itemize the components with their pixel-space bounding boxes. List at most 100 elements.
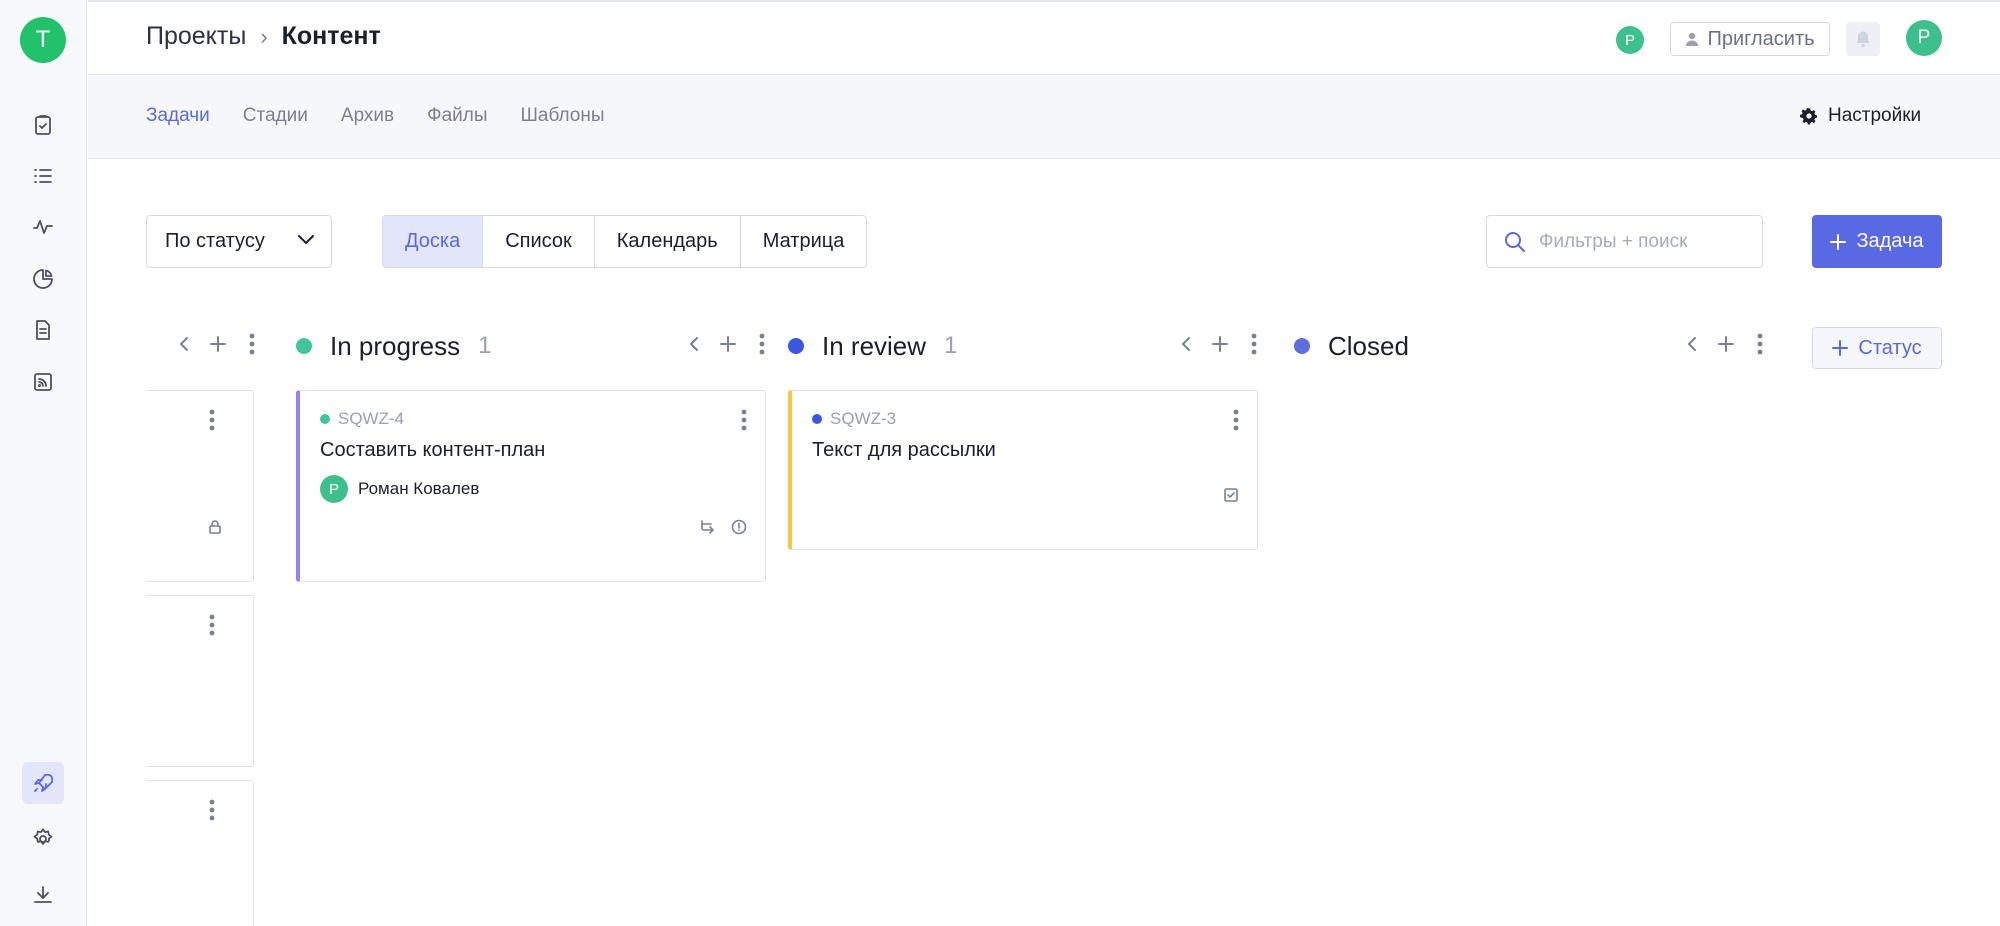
task-card-sqwz-3[interactable]: SQWZ-3 Текст для рассылки: [788, 390, 1258, 550]
task-title: Составить контент-план: [320, 439, 546, 461]
pie-chart-icon[interactable]: [22, 258, 64, 300]
download-icon[interactable]: [22, 874, 64, 916]
tab-templates[interactable]: Шаблоны: [521, 105, 605, 127]
gear-icon[interactable]: [22, 818, 64, 860]
view-board-button[interactable]: Доска: [383, 216, 484, 267]
document-icon[interactable]: [22, 309, 64, 351]
add-status-button[interactable]: Статус: [1812, 327, 1942, 369]
chevron-left-icon[interactable]: [1178, 330, 1194, 358]
column-in-progress-actions: [686, 330, 770, 358]
plus-icon[interactable]: [1212, 330, 1228, 358]
plus-icon[interactable]: [210, 330, 226, 358]
plus-icon[interactable]: [1718, 330, 1734, 358]
task-title: Текст для рассылки: [812, 439, 996, 461]
group-by-select[interactable]: По статусу: [146, 215, 332, 268]
search-input[interactable]: [1539, 230, 1749, 253]
tab-stages[interactable]: Стадии: [243, 105, 308, 127]
task-card[interactable]: [146, 595, 254, 767]
assignee-name: Роман Ковалев: [358, 479, 480, 498]
kanban-board: In progress 1 SQWZ-4 Составить контент-п…: [146, 310, 1946, 926]
project-tabs: Задачи Стадии Архив Файлы Шаблоны: [146, 105, 605, 127]
column-in-review-actions: [1178, 330, 1262, 358]
priority-icon: [730, 518, 748, 536]
column-in-review-header: In review 1: [788, 330, 957, 362]
kebab-menu-icon[interactable]: [244, 330, 260, 358]
kebab-menu-icon[interactable]: [206, 407, 218, 433]
kebab-menu-icon[interactable]: [738, 407, 750, 433]
task-key: SQWZ-4: [320, 409, 404, 429]
task-card-sqwz-4[interactable]: SQWZ-4 Составить контент-план Р Роман Ко…: [296, 390, 766, 582]
plus-icon[interactable]: [720, 330, 736, 358]
group-by-value: По статусу: [165, 230, 265, 252]
column-closed-header: Closed: [1294, 330, 1409, 362]
tab-files[interactable]: Файлы: [427, 105, 487, 127]
list-icon[interactable]: [22, 155, 64, 197]
column-count: 1: [944, 332, 958, 359]
column-closed-actions: [1684, 330, 1768, 358]
chevron-left-icon[interactable]: [176, 330, 192, 358]
rocket-icon[interactable]: [22, 762, 64, 804]
member-avatar[interactable]: Р: [1616, 26, 1644, 54]
view-matrix-button[interactable]: Матрица: [741, 216, 867, 267]
chevron-down-icon: [298, 235, 314, 245]
breadcrumb-separator: ›: [260, 23, 268, 49]
checklist-icon: [1222, 486, 1240, 504]
project-subnav: Задачи Стадии Архив Файлы Шаблоны Настро…: [88, 75, 2000, 159]
user-avatar[interactable]: Р: [1906, 20, 1942, 56]
search-field: [1486, 215, 1763, 268]
status-dot: [812, 414, 822, 424]
plus-icon: [1832, 340, 1849, 356]
rss-icon[interactable]: [22, 361, 64, 403]
column-title: In review: [822, 330, 927, 361]
tab-archive[interactable]: Архив: [341, 105, 394, 127]
chevron-left-icon[interactable]: [1684, 330, 1700, 358]
tab-tasks[interactable]: Задачи: [146, 105, 210, 127]
subtask-icon: [698, 518, 716, 536]
column-title: Closed: [1328, 330, 1409, 361]
kebab-menu-icon[interactable]: [206, 797, 218, 823]
task-key: SQWZ-3: [812, 409, 896, 429]
kebab-menu-icon[interactable]: [1752, 330, 1768, 358]
gear-icon: [1800, 107, 1818, 125]
column-in-progress-header: In progress 1: [296, 330, 491, 362]
status-dot: [296, 338, 312, 354]
breadcrumb: Проекты › Контент: [146, 22, 381, 51]
task-assignee[interactable]: Р Роман Ковалев: [320, 475, 479, 503]
invite-label: Пригласить: [1707, 27, 1815, 50]
task-key-label: SQWZ-4: [338, 409, 405, 428]
task-card[interactable]: [146, 390, 254, 582]
hidden-column-actions: [176, 330, 260, 358]
status-dot: [1294, 338, 1310, 354]
task-key-label: SQWZ-3: [830, 409, 897, 428]
user-icon: [1686, 32, 1699, 46]
breadcrumb-projects-link[interactable]: Проекты: [146, 22, 246, 51]
task-card[interactable]: [146, 780, 254, 926]
notifications-button[interactable]: [1846, 22, 1880, 56]
page-title: Контент: [281, 22, 381, 50]
kebab-menu-icon[interactable]: [1246, 330, 1262, 358]
plus-icon: [1830, 233, 1847, 250]
settings-button[interactable]: Настройки: [1800, 105, 1921, 127]
settings-label: Настройки: [1828, 105, 1922, 126]
kebab-menu-icon[interactable]: [206, 612, 218, 638]
workspace-avatar[interactable]: T: [20, 17, 66, 63]
kebab-menu-icon[interactable]: [754, 330, 770, 358]
clipboard-check-icon[interactable]: [22, 104, 64, 146]
status-dot: [788, 338, 804, 354]
bell-icon: [1856, 31, 1870, 48]
avatar: Р: [320, 475, 348, 503]
chevron-left-icon[interactable]: [686, 330, 702, 358]
left-rail: T: [0, 0, 87, 926]
view-list-button[interactable]: Список: [483, 216, 595, 267]
view-switcher: Доска Список Календарь Матрица: [382, 215, 868, 268]
add-task-button[interactable]: Задача: [1812, 215, 1942, 268]
kebab-menu-icon[interactable]: [1230, 407, 1242, 433]
activity-icon[interactable]: [22, 206, 64, 248]
column-title: In progress: [330, 330, 461, 361]
top-header: Проекты › Контент Р Пригласить Р: [88, 0, 2000, 75]
column-count: 1: [478, 332, 492, 359]
invite-button[interactable]: Пригласить: [1670, 22, 1830, 56]
search-icon: [1505, 232, 1525, 252]
add-task-label: Задача: [1856, 230, 1924, 252]
view-calendar-button[interactable]: Календарь: [595, 216, 741, 267]
